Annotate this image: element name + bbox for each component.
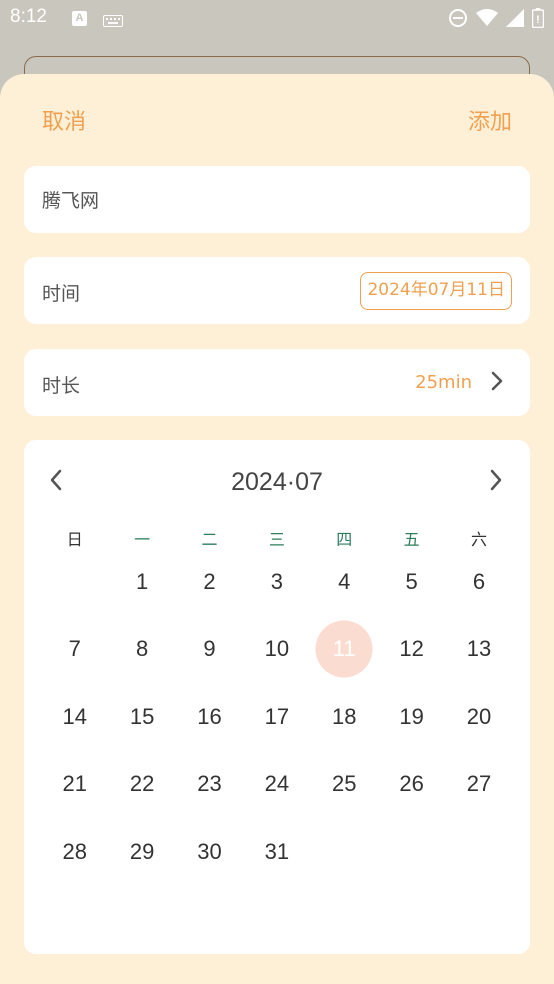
calendar-day[interactable]: 18 <box>311 683 378 751</box>
weekday-label: 一 <box>134 530 151 549</box>
battery-icon: ! <box>531 8 545 32</box>
calendar-day[interactable]: 17 <box>243 683 310 751</box>
calendar-day[interactable]: 6 <box>445 548 512 616</box>
weekday-label: 四 <box>336 530 353 549</box>
keyboard-icon <box>103 12 123 31</box>
add-button[interactable]: 添加 <box>468 104 512 136</box>
calendar-day[interactable]: 12 <box>378 616 445 684</box>
calendar-day[interactable]: 24 <box>243 751 310 819</box>
add-item-sheet: 取消 添加 时间 2024年07月11日 时长 25min 2024·07 日 一… <box>0 74 554 984</box>
calendar-day[interactable]: 2 <box>176 548 243 616</box>
calendar-day[interactable]: 14 <box>41 683 108 751</box>
chevron-right-icon <box>490 371 504 395</box>
calendar-day[interactable]: 9 <box>176 616 243 684</box>
duration-label: 时长 <box>42 375 81 397</box>
weekday-label: 六 <box>471 530 488 549</box>
duration-row[interactable]: 时长 25min <box>24 349 530 416</box>
weekday-label: 五 <box>403 530 420 549</box>
calendar-day[interactable]: 8 <box>108 616 175 684</box>
calendar-day[interactable]: 4 <box>311 548 378 616</box>
calendar-day[interactable]: 19 <box>378 683 445 751</box>
calendar-day[interactable]: 13 <box>445 616 512 684</box>
next-month-icon[interactable] <box>488 468 504 496</box>
calendar-day[interactable]: 15 <box>108 683 175 751</box>
date-chip[interactable]: 2024年07月11日 <box>360 272 512 310</box>
calendar-day-selected[interactable]: 11 <box>311 616 378 684</box>
calendar-day[interactable]: 10 <box>243 616 310 684</box>
calendar-day[interactable]: 1 <box>108 548 175 616</box>
calendar-empty-cell <box>41 548 108 616</box>
cancel-button[interactable]: 取消 <box>42 104 86 136</box>
calendar: 2024·07 日一二三四五六 1 2 3 4 5 6 7 8 9 10 11 12 13 14 15 16 1… <box>24 440 530 954</box>
weekday-label: 日 <box>66 530 83 549</box>
name-input[interactable] <box>42 166 502 233</box>
svg-text:!: ! <box>536 14 540 26</box>
signal-icon <box>506 9 524 31</box>
calendar-day[interactable]: 5 <box>378 548 445 616</box>
calendar-day[interactable]: 28 <box>41 818 108 886</box>
time-label: 时间 <box>42 283 81 305</box>
weekday-header: 日一二三四五六 <box>41 526 513 550</box>
time-row: 时间 2024年07月11日 <box>24 257 530 324</box>
calendar-day[interactable]: 22 <box>108 751 175 819</box>
status-time: 8:12 <box>10 6 47 27</box>
calendar-day[interactable]: 31 <box>243 818 310 886</box>
calendar-day[interactable]: 16 <box>176 683 243 751</box>
calendar-grid: 1 2 3 4 5 6 7 8 9 10 11 12 13 14 15 16 17 18 19 20 21 22 23 24 2… <box>41 548 513 886</box>
calendar-day[interactable]: 23 <box>176 751 243 819</box>
calendar-day[interactable]: 20 <box>445 683 512 751</box>
duration-value: 25min <box>415 372 472 393</box>
weekday-label: 二 <box>201 530 218 549</box>
calendar-day[interactable]: 25 <box>311 751 378 819</box>
calendar-day[interactable]: 27 <box>445 751 512 819</box>
name-card <box>24 166 530 233</box>
calendar-day[interactable]: 3 <box>243 548 310 616</box>
calendar-day[interactable]: 21 <box>41 751 108 819</box>
calendar-day[interactable]: 30 <box>176 818 243 886</box>
status-bar: 8:12 A ! <box>0 0 554 38</box>
a-notification-icon: A <box>72 11 87 26</box>
calendar-day[interactable]: 7 <box>41 616 108 684</box>
weekday-label: 三 <box>268 530 285 549</box>
calendar-month-title: 2024·07 <box>231 468 323 496</box>
do-not-disturb-icon <box>448 8 468 32</box>
calendar-day[interactable]: 29 <box>108 818 175 886</box>
wifi-icon <box>476 9 498 31</box>
calendar-day[interactable]: 26 <box>378 751 445 819</box>
